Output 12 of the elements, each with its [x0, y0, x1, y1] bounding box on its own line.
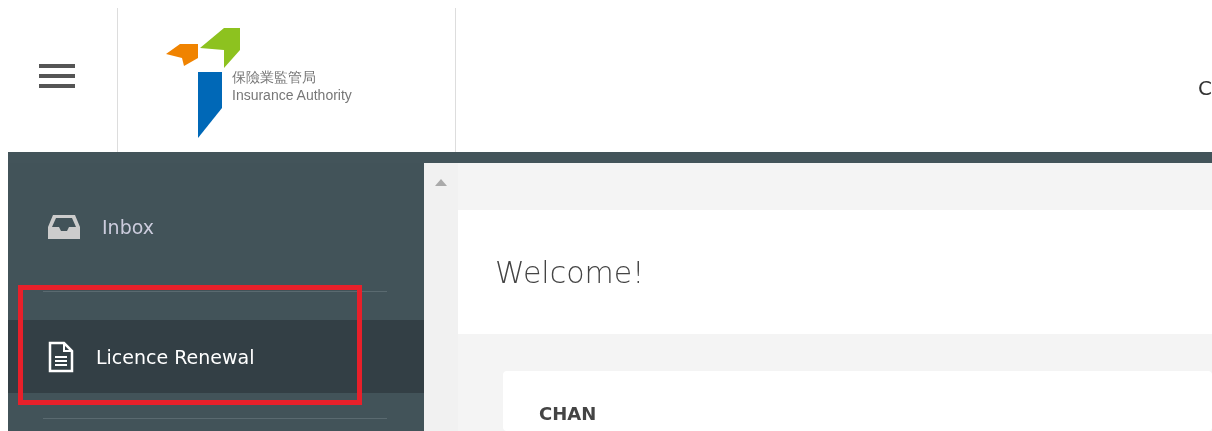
header-text: C — [1198, 76, 1212, 100]
document-icon — [48, 340, 74, 373]
sidebar-item[interactable]: Inbox — [8, 163, 424, 291]
logo-english-text: Insurance Authority — [232, 86, 352, 104]
inbox-icon — [48, 215, 80, 239]
logo-chinese-text: 保險業監管局 — [232, 68, 317, 86]
menu-icon[interactable] — [38, 62, 75, 90]
scroll-up-icon[interactable] — [435, 179, 447, 186]
welcome-heading: Welcome! — [495, 254, 645, 290]
sidebar-item[interactable]: Licence Renewal — [8, 320, 424, 393]
card-title: CHAN — [539, 403, 597, 424]
scrollbar[interactable] — [424, 163, 458, 431]
